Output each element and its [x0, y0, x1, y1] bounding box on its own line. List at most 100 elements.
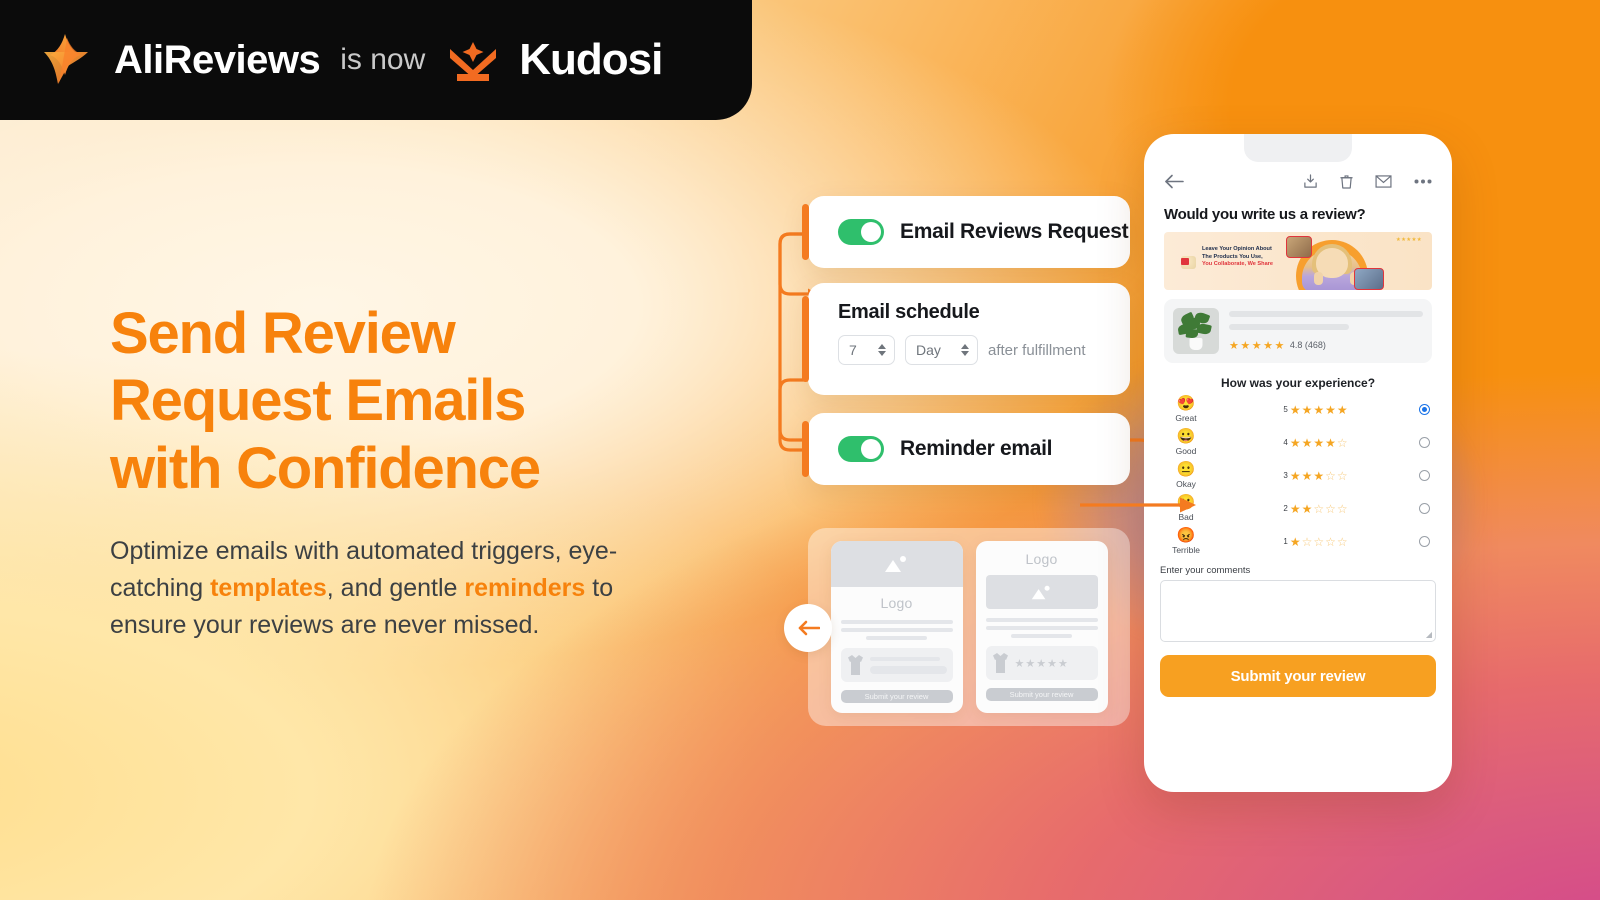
headline-line-3: with Confidence — [110, 435, 541, 501]
email-subject: Would you write us a review? — [1164, 206, 1366, 223]
trash-icon[interactable] — [1340, 174, 1353, 189]
rating-radio[interactable] — [1419, 536, 1430, 547]
archive-download-icon[interactable] — [1303, 173, 1318, 189]
email-schedule-controls: 7 Day after fulfillment — [838, 335, 1130, 365]
submit-review-button[interactable]: Submit your review — [1160, 655, 1436, 697]
star-1[interactable]: ★ — [1290, 436, 1301, 450]
headline-line-1: Send Review — [110, 301, 456, 366]
card-accent-bar — [802, 421, 809, 477]
rating-radio[interactable] — [1419, 470, 1430, 481]
comments-input[interactable]: ◢ — [1160, 580, 1436, 642]
star-1[interactable]: ★ — [1290, 403, 1301, 417]
star-2[interactable]: ★ — [1302, 502, 1313, 516]
star-4[interactable]: ☆ — [1325, 535, 1336, 549]
template-submit-button[interactable]: Submit your review — [985, 688, 1098, 701]
star-4[interactable]: ★ — [1325, 403, 1336, 417]
back-icon[interactable] — [1164, 174, 1184, 189]
envelope-icon[interactable] — [1375, 174, 1392, 188]
template-logo-label: Logo — [880, 595, 913, 611]
star-1[interactable]: ★ — [1290, 535, 1301, 549]
rating-option-okay[interactable]: 😐 Okay 3 ★ ★ ★ ☆ ☆ — [1156, 462, 1440, 489]
reminder-email-card[interactable]: Reminder email — [802, 413, 1130, 485]
star-1[interactable]: ★ — [1290, 469, 1301, 483]
product-rating-score: 4.8 (468) — [1289, 340, 1326, 350]
email-toolbar — [1156, 166, 1440, 196]
star-5[interactable]: ★ — [1337, 403, 1348, 417]
template-hero-image — [985, 575, 1098, 609]
rating-stars[interactable]: 4 ★ ★ ★ ★ ☆ — [1212, 436, 1419, 450]
star-5[interactable]: ☆ — [1337, 469, 1348, 483]
star-3[interactable]: ★ — [1313, 403, 1324, 417]
email-reviews-request-toggle[interactable] — [838, 219, 884, 245]
brand-bar: AliReviews is now Kudosi — [0, 0, 752, 120]
star-5[interactable]: ☆ — [1337, 535, 1348, 549]
product-rating: ★★★★★ 4.8 (468) — [1229, 339, 1423, 352]
star-5[interactable]: ☆ — [1337, 502, 1348, 516]
schedule-suffix-label: after fulfillment — [988, 341, 1086, 359]
product-image — [1173, 308, 1219, 354]
shirt-placeholder-icon — [992, 653, 1008, 673]
star-3[interactable]: ☆ — [1313, 502, 1324, 516]
schedule-delay-stepper[interactable]: 7 — [838, 335, 895, 365]
rating-stars[interactable]: 1 ★ ☆ ☆ ☆ ☆ — [1212, 535, 1419, 549]
rating-option-good[interactable]: 😀 Good 4 ★ ★ ★ ★ ☆ — [1156, 429, 1440, 456]
product-summary-row: ★★★★★ 4.8 (468) — [1164, 299, 1432, 363]
rating-number: 3 — [1283, 471, 1288, 480]
rating-options-list: 😍Great5★★★★★😀Good4★★★★☆😐Okay3★★★☆☆🙁Bad2★… — [1156, 396, 1440, 555]
rating-radio[interactable] — [1419, 503, 1430, 514]
rating-option-terrible[interactable]: 😡 Terrible 1 ★ ☆ ☆ ☆ ☆ — [1156, 528, 1440, 555]
reminder-email-toggle[interactable] — [838, 436, 884, 462]
product-plant-pot — [1189, 338, 1203, 350]
rating-stars[interactable]: 5 ★ ★ ★ ★ ★ — [1212, 403, 1419, 417]
template-card-left[interactable]: Logo Submit your review — [830, 541, 963, 713]
star-4[interactable]: ☆ — [1325, 469, 1336, 483]
star-2[interactable]: ☆ — [1302, 535, 1313, 549]
template-logo-label: Logo — [1025, 551, 1058, 567]
banner-thumb-left — [1314, 272, 1323, 285]
rating-radio[interactable] — [1419, 437, 1430, 448]
star-1[interactable]: ★ — [1290, 502, 1301, 516]
card-accent-bar — [802, 296, 809, 382]
page-title: Send Review Request Emails with Confiden… — [110, 300, 730, 502]
rating-emoji-block: 😡 Terrible — [1160, 528, 1212, 555]
toggle-knob — [861, 222, 881, 242]
stepper-arrows-icon[interactable] — [878, 344, 886, 356]
stepper-arrows-icon[interactable] — [961, 344, 969, 356]
more-horizontal-icon[interactable] — [1414, 179, 1432, 184]
star-3[interactable]: ★ — [1313, 469, 1324, 483]
banner-inset-photo-top — [1286, 236, 1312, 258]
star-2[interactable]: ★ — [1302, 436, 1313, 450]
template-product-row — [840, 648, 953, 682]
rating-number: 4 — [1283, 438, 1288, 447]
rating-emoji-block: 😀 Good — [1160, 429, 1212, 456]
emoji-icon: 😐 — [1176, 461, 1196, 478]
star-3[interactable]: ★ — [1313, 436, 1324, 450]
star-3[interactable]: ☆ — [1313, 535, 1324, 549]
experience-question: How was your experience? — [1220, 376, 1376, 390]
star-2[interactable]: ★ — [1302, 403, 1313, 417]
rating-stars[interactable]: 2 ★ ★ ☆ ☆ ☆ — [1212, 502, 1419, 516]
rating-emoji-block: 😐 Okay — [1160, 462, 1212, 489]
template-submit-button[interactable]: Submit your review — [840, 690, 953, 703]
template-card-right[interactable]: Logo ★★★★★ Submit your review — [975, 541, 1108, 713]
star-2[interactable]: ★ — [1302, 469, 1313, 483]
email-reviews-request-card[interactable]: Email Reviews Request — [802, 196, 1130, 268]
star-4[interactable]: ☆ — [1325, 502, 1336, 516]
template-hero-image — [830, 541, 963, 587]
email-schedule-card[interactable]: Email schedule 7 Day after fulfillment — [802, 283, 1130, 395]
rating-option-great[interactable]: 😍 Great 5 ★ ★ ★ ★ ★ — [1156, 396, 1440, 423]
resize-grip-icon[interactable]: ◢ — [1426, 630, 1432, 639]
templates-previous-button[interactable] — [784, 604, 832, 652]
reminder-email-label: Reminder email — [900, 437, 1053, 460]
card-accent-bar — [802, 204, 809, 260]
banner-line-1: Leave Your Opinion About — [1202, 246, 1272, 252]
star-5[interactable]: ☆ — [1337, 436, 1348, 450]
star-4[interactable]: ★ — [1325, 436, 1336, 450]
ali-star-icon — [34, 28, 98, 92]
schedule-unit-select[interactable]: Day — [905, 335, 978, 365]
rating-stars[interactable]: 3 ★ ★ ★ ☆ ☆ — [1212, 469, 1419, 483]
shirt-placeholder-icon — [847, 655, 863, 675]
rating-number: 5 — [1283, 405, 1288, 414]
schedule-unit-value: Day — [916, 342, 941, 358]
rating-radio[interactable] — [1419, 404, 1430, 415]
